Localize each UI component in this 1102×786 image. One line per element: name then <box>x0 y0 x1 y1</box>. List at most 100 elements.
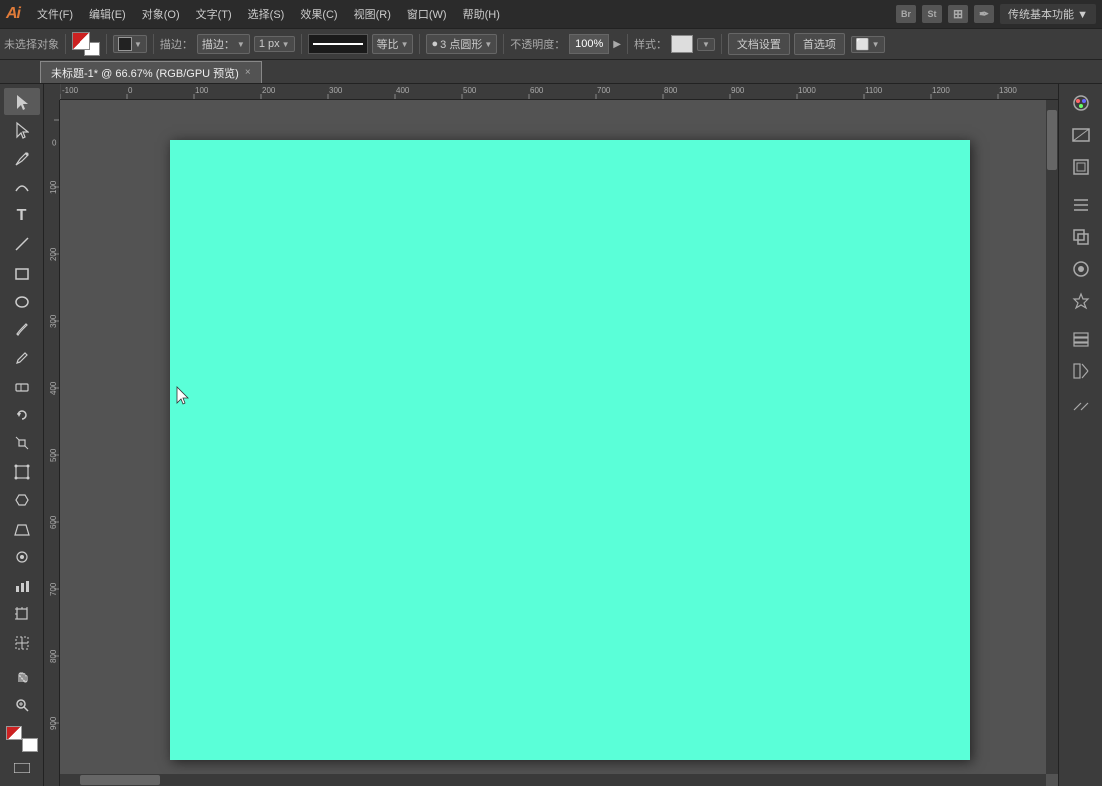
document-tab[interactable]: 未标题-1* @ 66.67% (RGB/GPU 预览) × <box>40 61 262 83</box>
left-toolbar: T <box>0 84 44 786</box>
svg-text:800: 800 <box>49 649 58 663</box>
tool-curvature[interactable] <box>4 173 40 200</box>
menu-select[interactable]: 选择(S) <box>241 4 292 24</box>
stroke-rect-dropdown[interactable]: ▼ <box>113 35 147 53</box>
tool-ellipse[interactable] <box>4 287 40 314</box>
fill-stroke-selector[interactable] <box>72 32 100 56</box>
svg-text:1100: 1100 <box>865 86 883 95</box>
tool-transform[interactable] <box>4 458 40 485</box>
tab-close-button[interactable]: × <box>245 67 251 78</box>
tool-select[interactable] <box>4 88 40 115</box>
tool-zoom[interactable] <box>4 691 40 718</box>
stock-icon[interactable]: St <box>922 5 942 23</box>
svg-text:1300: 1300 <box>999 86 1017 95</box>
align-panel-btn[interactable] <box>1063 190 1099 220</box>
tool-hand[interactable] <box>4 662 40 689</box>
tool-paintbrush[interactable] <box>4 316 40 343</box>
transform-panel-btn[interactable] <box>1063 152 1099 182</box>
tool-type[interactable]: T <box>4 202 40 229</box>
svg-text:500: 500 <box>49 448 58 462</box>
canvas-scroll-area[interactable] <box>60 100 1058 786</box>
tool-screen-mode[interactable] <box>4 755 40 782</box>
tool-rotate[interactable] <box>4 401 40 428</box>
appearance-btn[interactable] <box>1063 254 1099 284</box>
opacity-input[interactable] <box>569 34 609 54</box>
artboard <box>170 140 970 760</box>
tool-rect[interactable] <box>4 259 40 286</box>
tool-pencil[interactable] <box>4 344 40 371</box>
svg-text:900: 900 <box>49 716 58 730</box>
h-scrollbar-thumb[interactable] <box>80 775 160 785</box>
menu-effect[interactable]: 效果(C) <box>293 4 344 24</box>
svg-text:100: 100 <box>195 86 209 95</box>
tool-eraser[interactable] <box>4 373 40 400</box>
point-shape-dropdown[interactable]: ● 3 点圆形 ▼ <box>426 34 497 54</box>
separator-6 <box>503 34 504 54</box>
grid-icon[interactable]: ⊞ <box>948 5 968 23</box>
tool-line[interactable] <box>4 230 40 257</box>
main-area: T <box>0 84 1102 786</box>
svg-text:200: 200 <box>262 86 276 95</box>
menu-bar: Ai 文件(F) 编辑(E) 对象(O) 文字(T) 选择(S) 效果(C) 视… <box>0 0 1102 28</box>
stroke-width-dropdown[interactable]: 1 px ▼ <box>254 36 295 52</box>
more-options-dropdown[interactable]: ⬜ ▼ <box>851 36 885 53</box>
layers-panel-btn[interactable] <box>1063 324 1099 354</box>
stroke-style-dropdown[interactable]: 等比 ▼ <box>372 34 414 54</box>
stroke-align-dropdown[interactable]: 描边： ▼ <box>197 34 250 54</box>
separator-1 <box>65 34 66 54</box>
app-logo: Ai <box>6 5 20 23</box>
canvas-viewport <box>60 100 1058 786</box>
canvas-area: -100 0 100 200 300 400 500 600 7 <box>44 84 1058 786</box>
tool-pen[interactable] <box>4 145 40 172</box>
horizontal-scrollbar[interactable] <box>60 774 1046 786</box>
tool-scale[interactable] <box>4 430 40 457</box>
pathfinder-btn[interactable] <box>1063 222 1099 252</box>
effect-btn[interactable] <box>1063 286 1099 316</box>
menu-file[interactable]: 文件(F) <box>30 4 80 24</box>
menu-type[interactable]: 文字(T) <box>189 4 239 24</box>
menu-object[interactable]: 对象(O) <box>135 4 187 24</box>
style-dropdown[interactable]: ▼ <box>697 38 715 51</box>
library-btn[interactable] <box>1063 356 1099 386</box>
svg-text:700: 700 <box>597 86 611 95</box>
style-label: 样式： <box>634 36 667 52</box>
menu-edit[interactable]: 编辑(E) <box>82 4 133 24</box>
svg-text:0: 0 <box>52 139 57 148</box>
v-scrollbar-thumb[interactable] <box>1047 110 1057 170</box>
opacity-label: 不透明度： <box>510 36 565 52</box>
svg-text:0: 0 <box>128 86 133 95</box>
tool-shaper[interactable] <box>4 487 40 514</box>
tool-direct-select[interactable] <box>4 116 40 143</box>
tool-graph[interactable] <box>4 572 40 599</box>
tool-artboard[interactable] <box>4 600 40 627</box>
tab-title: 未标题-1* @ 66.67% (RGB/GPU 预览) <box>51 65 239 81</box>
svg-text:-100: -100 <box>62 86 79 95</box>
tool-symbol[interactable] <box>4 544 40 571</box>
menu-right-icons: Br St ⊞ ✒ 传统基本功能 ▼ <box>896 4 1096 24</box>
image-panel-btn[interactable] <box>1063 120 1099 150</box>
vertical-ruler: 0 100 200 300 400 500 600 700 80 <box>44 100 60 786</box>
svg-text:100: 100 <box>49 180 58 194</box>
svg-text:800: 800 <box>664 86 678 95</box>
style-swatch[interactable] <box>671 35 693 53</box>
fill-stroke-large[interactable] <box>4 724 40 753</box>
tool-slice[interactable] <box>4 629 40 656</box>
tool-perspective[interactable] <box>4 515 40 542</box>
svg-text:300: 300 <box>49 314 58 328</box>
pen-icon[interactable]: ✒ <box>974 5 994 23</box>
vertical-scrollbar[interactable] <box>1046 100 1058 774</box>
prefs-button[interactable]: 首选项 <box>794 33 845 55</box>
svg-text:400: 400 <box>49 381 58 395</box>
menu-view[interactable]: 视图(R) <box>347 4 398 24</box>
ruler-corner <box>44 84 60 100</box>
menu-window[interactable]: 窗口(W) <box>400 4 454 24</box>
bridge-icon[interactable]: Br <box>896 5 916 23</box>
menu-help[interactable]: 帮助(H) <box>456 4 507 24</box>
svg-text:900: 900 <box>731 86 745 95</box>
doc-setup-button[interactable]: 文档设置 <box>728 33 790 55</box>
color-panel-btn[interactable] <box>1063 88 1099 118</box>
svg-text:400: 400 <box>396 86 410 95</box>
workspace-label[interactable]: 传统基本功能 ▼ <box>1000 4 1096 24</box>
svg-text:1200: 1200 <box>932 86 950 95</box>
props-btn[interactable] <box>1063 388 1099 418</box>
